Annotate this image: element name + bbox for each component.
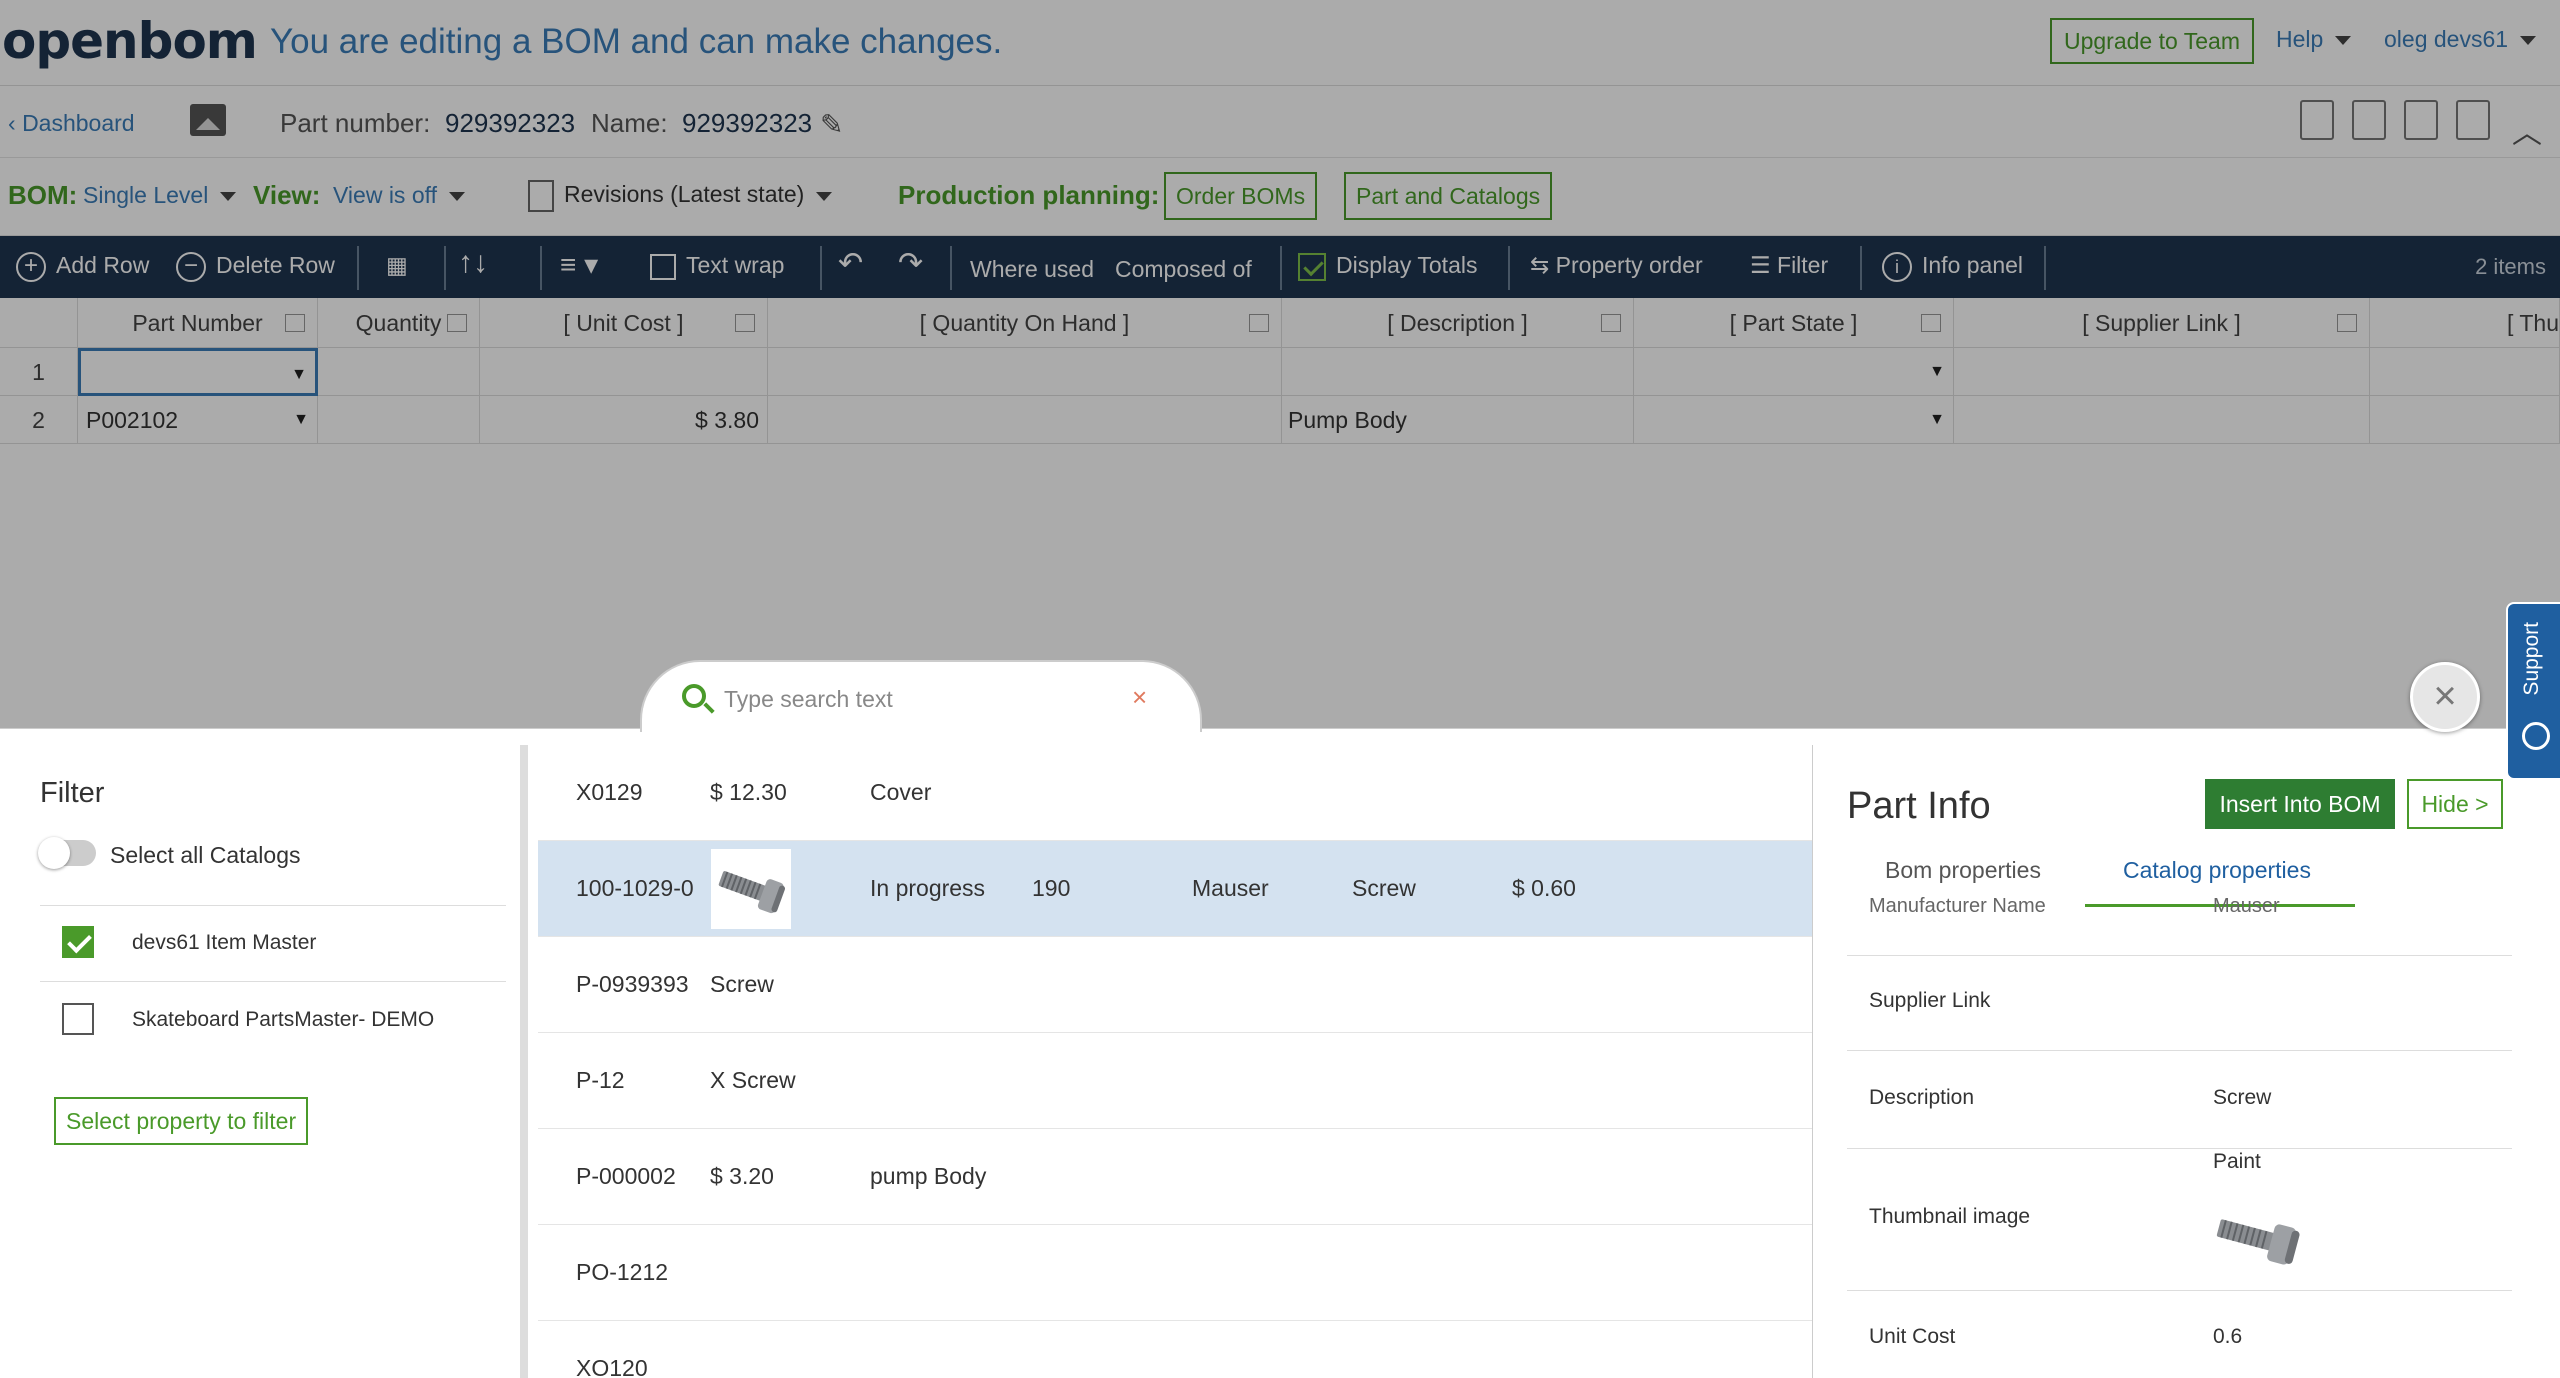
list-item[interactable]: PO-1212 xyxy=(538,1225,1812,1321)
filter-title: Filter xyxy=(40,777,105,809)
insert-into-bom-button[interactable]: Insert Into BOM xyxy=(2205,779,2395,829)
item-part-number: P-000002 xyxy=(576,1163,676,1189)
item-part-number: XO120 xyxy=(576,1355,648,1378)
item-state: In progress xyxy=(870,875,986,901)
property-label: Supplier Link xyxy=(1869,989,1991,1012)
list-item[interactable]: P-000002 $ 3.20 pump Body xyxy=(538,1129,1812,1225)
item-cost: $ 0.60 xyxy=(1512,875,1576,901)
catalog-checkbox[interactable] xyxy=(62,1003,94,1035)
item-description: pump Body xyxy=(870,1163,987,1189)
item-description: Screw xyxy=(710,971,774,997)
hide-panel-button[interactable]: Hide > xyxy=(2407,779,2503,829)
catalog-results-list: X0129 $ 12.30 Cover 100-1029-0 In progre… xyxy=(538,745,1812,1378)
clear-search-icon[interactable]: × xyxy=(1132,682,1147,713)
select-all-catalogs-toggle[interactable] xyxy=(38,837,96,869)
divider xyxy=(40,981,506,982)
search-icon xyxy=(682,684,706,708)
support-tab[interactable]: Support xyxy=(2506,602,2560,780)
support-icon xyxy=(2522,722,2550,750)
list-item[interactable]: P-12 X Screw xyxy=(538,1033,1812,1129)
item-part-number: X0129 xyxy=(576,779,643,805)
property-label: Thumbnail image xyxy=(1869,1205,2031,1228)
search-input[interactable] xyxy=(724,684,1124,714)
property-label: Unit Cost xyxy=(1869,1325,1956,1348)
search-bar: × xyxy=(640,660,1202,732)
list-item[interactable]: P-0939393 Screw xyxy=(538,937,1812,1033)
item-description: Cover xyxy=(870,779,932,805)
tab-catalog-properties[interactable]: Catalog properties xyxy=(2123,857,2311,884)
support-label: Support xyxy=(2520,622,2543,696)
part-info-panel: Part Info Insert Into BOM Hide > Bom pro… xyxy=(1812,745,2512,1378)
property-value: 0.6 xyxy=(2213,1325,2243,1348)
item-cost: $ 3.20 xyxy=(710,1163,774,1189)
item-part-number: P-12 xyxy=(576,1067,625,1093)
divider xyxy=(40,905,506,906)
item-description: X Screw xyxy=(710,1067,796,1093)
item-cost: $ 12.30 xyxy=(710,779,787,805)
divider xyxy=(1847,1290,2512,1291)
divider xyxy=(1847,955,2512,956)
tab-bom-properties[interactable]: Bom properties xyxy=(1885,857,2041,884)
part-info-title: Part Info xyxy=(1847,785,1991,827)
list-item[interactable]: X0129 $ 12.30 Cover xyxy=(538,745,1812,841)
property-value: Screw xyxy=(2213,1086,2272,1109)
divider xyxy=(1847,1050,2512,1051)
item-description: Screw xyxy=(1352,875,1416,901)
screw-icon xyxy=(2216,1219,2300,1265)
select-property-filter-button[interactable]: Select property to filter xyxy=(54,1097,309,1145)
list-item-selected[interactable]: 100-1029-0 In progress 190 Mauser Screw … xyxy=(538,841,1812,937)
list-item[interactable]: XO120 xyxy=(538,1321,1812,1378)
screw-thumbnail xyxy=(711,849,791,929)
select-all-catalogs-label: Select all Catalogs xyxy=(110,842,301,868)
column-divider xyxy=(520,745,528,1378)
close-panel-button[interactable]: × xyxy=(2410,662,2480,732)
item-manufacturer: Mauser xyxy=(1192,875,1269,901)
thumbnail-image xyxy=(2213,1200,2309,1280)
property-label: Description xyxy=(1869,1086,1975,1109)
filter-sidebar: Filter Select all Catalogs devs61 Item M… xyxy=(24,745,520,1378)
item-part-number: PO-1212 xyxy=(576,1259,669,1285)
property-label: Manufacturer Name xyxy=(1869,895,2046,917)
catalog-checkbox[interactable] xyxy=(62,926,94,958)
screw-icon xyxy=(718,871,786,914)
item-quantity: 190 xyxy=(1032,875,1071,901)
divider xyxy=(1847,1148,2512,1149)
item-part-number: P-0939393 xyxy=(576,971,689,997)
item-part-number: 100-1029-0 xyxy=(576,875,694,901)
catalog-label: devs61 Item Master xyxy=(132,931,317,954)
property-value: Paint xyxy=(2213,1150,2261,1173)
catalog-label: Skateboard PartsMaster- DEMO xyxy=(132,1008,435,1031)
property-value: Mauser xyxy=(2213,895,2280,917)
